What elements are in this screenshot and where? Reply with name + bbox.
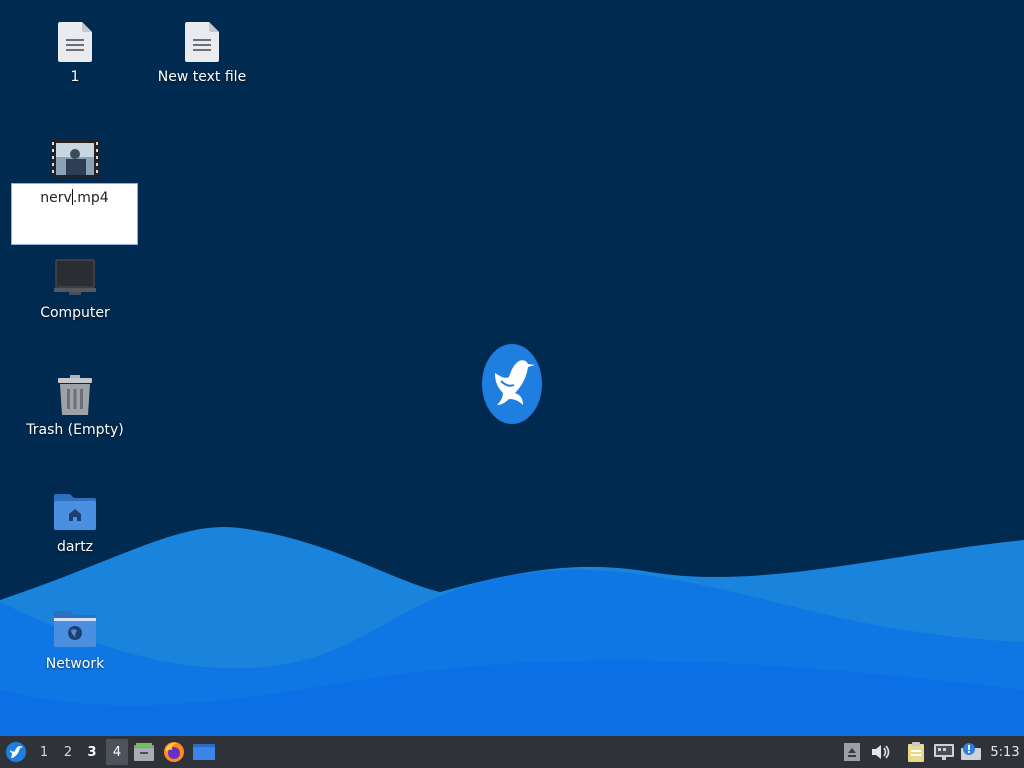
start-menu-button[interactable] xyxy=(2,736,30,768)
desktop[interactable]: 1 New text file nerv.mp4 Computer Trash … xyxy=(0,0,1024,736)
desktop-icon-label: Trash (Empty) xyxy=(26,422,124,438)
update-notifier-button[interactable] xyxy=(959,736,983,768)
trash-icon xyxy=(58,375,92,415)
rename-text[interactable]: nerv.mp4 xyxy=(12,189,137,207)
computer-icon xyxy=(54,259,96,295)
show-desktop-icon xyxy=(193,744,215,760)
clipboard-icon xyxy=(908,742,924,762)
clock[interactable]: 5:13 xyxy=(986,736,1024,768)
show-desktop-button[interactable] xyxy=(192,736,216,768)
network-button[interactable] xyxy=(932,736,956,768)
desktop-icon-label: New text file xyxy=(157,69,247,85)
eject-button[interactable] xyxy=(842,736,862,768)
text-file-icon xyxy=(58,22,92,62)
clipboard-button[interactable] xyxy=(905,736,927,768)
network-icon xyxy=(934,744,954,760)
video-thumbnail-icon xyxy=(51,140,99,178)
hummingbird-logo-icon xyxy=(482,344,542,424)
workspace-2-button[interactable]: 2 xyxy=(57,736,79,768)
workspace-4-button[interactable]: 4 xyxy=(106,739,128,765)
network-folder-icon xyxy=(54,611,96,647)
desktop-icon-label: Computer xyxy=(40,305,110,321)
file-manager-icon xyxy=(134,743,154,761)
start-menu-icon xyxy=(6,742,26,762)
update-notifier-icon xyxy=(961,743,981,760)
text-file-icon xyxy=(185,22,219,62)
workspace-1-button[interactable]: 1 xyxy=(33,736,55,768)
file-manager-launcher[interactable] xyxy=(132,736,156,768)
firefox-launcher[interactable] xyxy=(162,736,186,768)
home-folder-icon xyxy=(54,494,96,530)
desktop-icon-label: dartz xyxy=(56,539,94,555)
taskbar: 1 2 3 4 5:13 xyxy=(0,736,1024,768)
eject-icon xyxy=(844,743,860,761)
rename-text-before-caret: nerv xyxy=(40,190,72,206)
rename-field[interactable]: nerv.mp4 xyxy=(11,183,138,245)
volume-icon xyxy=(872,745,890,759)
desktop-icon-label: 1 xyxy=(70,69,80,85)
firefox-icon xyxy=(164,742,184,762)
desktop-icon-label: Network xyxy=(45,656,105,672)
volume-button[interactable] xyxy=(869,736,893,768)
rename-text-after-caret: .mp4 xyxy=(72,190,109,206)
workspace-3-button[interactable]: 3 xyxy=(81,736,103,768)
